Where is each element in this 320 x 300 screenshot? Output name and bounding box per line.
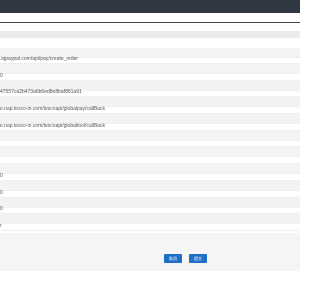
settings-form-panel: .iqpaypal.com/api/pay/create_order 0 475… xyxy=(0,22,300,273)
form-row[interactable]: 0 xyxy=(0,71,300,81)
form-footer-band xyxy=(0,233,300,271)
form-field-value: 0 xyxy=(0,206,3,212)
form-field-value: 0 xyxy=(0,190,3,196)
form-row[interactable]: e.nap.tesco-in.com/tescoapi/globalpay/ca… xyxy=(0,104,300,114)
form-field-value: e.nap.tesco-in.com/tescoapi/globalpay/ca… xyxy=(0,106,106,112)
top-navigation-bar xyxy=(0,0,300,13)
form-row[interactable]: .iqpaypal.com/api/pay/create_order xyxy=(0,54,300,64)
form-field-value: 0 xyxy=(0,73,3,79)
form-row[interactable]: 0 xyxy=(0,171,300,181)
form-field-value: 47557ca2b473a6b6ed8e8baf861a91 xyxy=(0,89,82,95)
form-header-band xyxy=(0,31,300,38)
cancel-button[interactable]: 取消 xyxy=(164,254,182,263)
form-row[interactable]: 0 xyxy=(0,204,300,214)
form-row[interactable]: 0 xyxy=(0,188,300,198)
form-row[interactable] xyxy=(0,154,300,164)
form-field-value: .iqpaypal.com/api/pay/create_order xyxy=(0,56,79,62)
form-row[interactable]: e.nap.tesco-in.com/tescoapi/globaltool/c… xyxy=(0,121,300,131)
form-row[interactable]: r xyxy=(0,221,300,231)
form-field-value: 0 xyxy=(0,173,3,179)
form-field-value: e.nap.tesco-in.com/tescoapi/globaltool/c… xyxy=(0,123,106,129)
submit-button[interactable]: 提交 xyxy=(189,254,207,263)
form-row[interactable] xyxy=(0,137,300,147)
form-row[interactable]: 47557ca2b473a6b6ed8e8baf861a91 xyxy=(0,87,300,97)
form-field-value: r xyxy=(0,223,2,229)
